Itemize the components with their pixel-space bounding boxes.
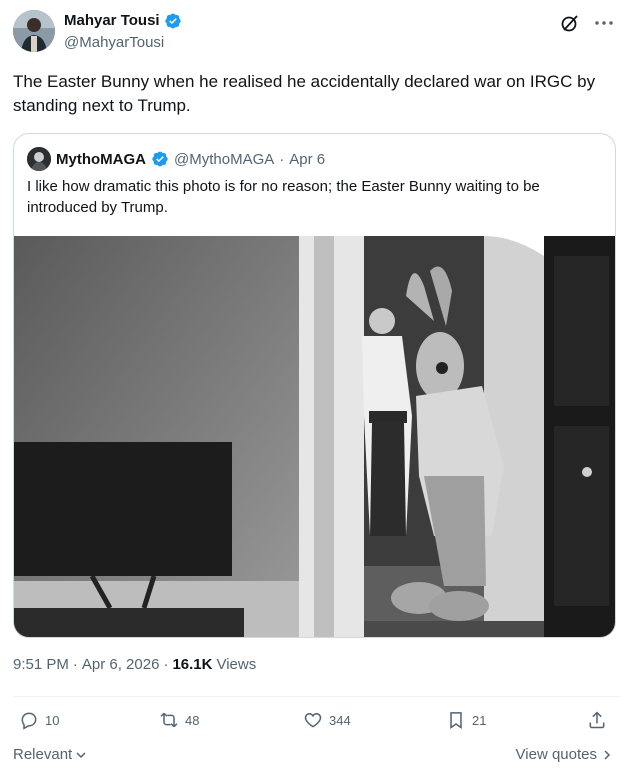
replies-footer: Relevant View quotes xyxy=(13,746,621,766)
tweet-header: Mahyar Tousi @MahyarTousi xyxy=(13,10,621,56)
bookmark-count: 21 xyxy=(472,712,487,728)
tweet-date[interactable]: Apr 6, 2026 xyxy=(82,656,160,673)
repost-count: 48 xyxy=(185,712,200,728)
quoted-tweet[interactable]: MythoMAGA @MythoMAGA · Apr 6 I like how … xyxy=(13,133,616,638)
reply-icon xyxy=(21,712,37,730)
verified-badge-icon[interactable] xyxy=(164,12,182,30)
quoted-separator: · xyxy=(279,150,285,168)
quoted-photo[interactable] xyxy=(14,236,615,637)
like-button[interactable]: 344 xyxy=(303,710,351,730)
sort-relevant-dropdown[interactable]: Relevant xyxy=(13,746,88,763)
quoted-display-name[interactable]: MythoMAGA xyxy=(56,151,146,168)
sort-label: Relevant xyxy=(13,746,73,763)
views-label: Views xyxy=(216,656,257,673)
quoted-author-avatar[interactable] xyxy=(27,147,51,171)
meta-separator: · xyxy=(72,656,78,673)
reply-count: 10 xyxy=(45,712,60,728)
bookmark-icon xyxy=(450,712,462,729)
author-avatar[interactable] xyxy=(13,10,55,52)
header-icons xyxy=(559,12,615,34)
quoted-tweet-text: I like how dramatic this photo is for no… xyxy=(27,178,540,216)
view-quotes-link[interactable]: View quotes xyxy=(516,746,613,763)
share-button[interactable] xyxy=(587,710,607,730)
views-count[interactable]: 16.1K xyxy=(172,656,212,673)
reply-button[interactable]: 10 xyxy=(19,710,59,730)
tweet-meta: 9:51 PM · Apr 6, 2026 · 16.1K Views xyxy=(13,656,256,673)
divider-top xyxy=(13,696,621,697)
author-name-block: Mahyar Tousi @MahyarTousi xyxy=(64,11,182,53)
quoted-handle[interactable]: @MythoMAGA xyxy=(174,151,274,168)
heart-icon xyxy=(304,712,322,728)
chevron-right-icon xyxy=(604,749,611,760)
author-display-name[interactable]: Mahyar Tousi xyxy=(64,11,160,31)
author-handle[interactable]: @MahyarTousi xyxy=(64,33,182,53)
tweet-time[interactable]: 9:51 PM xyxy=(13,656,69,673)
meta-separator-2: · xyxy=(163,656,169,673)
chevron-down-icon xyxy=(76,751,86,758)
tweet-text: The Easter Bunny when he realised he acc… xyxy=(13,72,596,115)
quoted-verified-badge-icon xyxy=(151,150,169,168)
repost-button[interactable]: 48 xyxy=(159,710,199,730)
bookmark-button[interactable]: 21 xyxy=(446,710,486,730)
tweet-actions: 10 48 344 21 xyxy=(13,710,621,734)
quoted-tweet-header: MythoMAGA @MythoMAGA · Apr 6 xyxy=(27,147,325,171)
like-count: 344 xyxy=(329,712,351,728)
repost-icon xyxy=(160,712,178,728)
view-quotes-label: View quotes xyxy=(515,746,597,763)
quoted-date[interactable]: Apr 6 xyxy=(289,151,325,168)
more-options-icon[interactable] xyxy=(593,12,615,34)
share-icon xyxy=(589,711,605,729)
grok-icon[interactable] xyxy=(559,12,581,34)
